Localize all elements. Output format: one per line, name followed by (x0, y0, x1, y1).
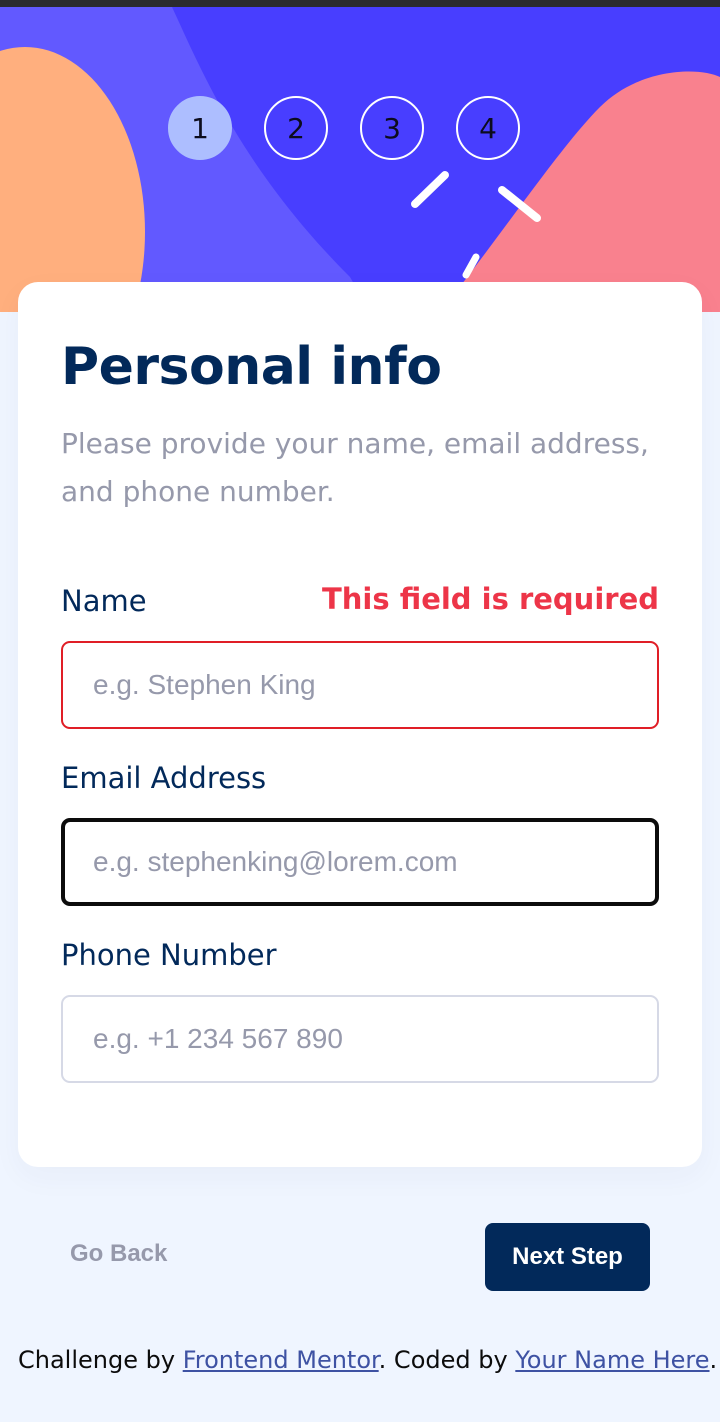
step-number: 4 (479, 111, 497, 145)
name-input[interactable] (61, 641, 659, 729)
step-1[interactable]: 1 (168, 96, 232, 160)
top-status-bar (0, 0, 720, 7)
step-number: 1 (191, 111, 209, 145)
form-card: Personal info Please provide your name, … (18, 282, 702, 1167)
frontend-mentor-link[interactable]: Frontend Mentor (183, 1346, 379, 1374)
next-step-button[interactable]: Next Step (485, 1223, 650, 1291)
step-number: 2 (287, 111, 305, 145)
name-error-message: This field is required (321, 582, 659, 616)
step-3[interactable]: 3 (360, 96, 424, 160)
email-input[interactable] (61, 818, 659, 906)
email-label: Email Address (61, 761, 267, 795)
step-2[interactable]: 2 (264, 96, 328, 160)
author-link[interactable]: Your Name Here (515, 1346, 709, 1374)
phone-label: Phone Number (61, 938, 277, 972)
step-4[interactable]: 4 (456, 96, 520, 160)
attribution-prefix: Challenge by (18, 1346, 183, 1374)
step-number: 3 (383, 111, 401, 145)
attribution-suffix: . (709, 1346, 718, 1374)
attribution-footer: Challenge by Frontend Mentor. Coded by Y… (18, 1346, 718, 1374)
attribution-middle: . Coded by (378, 1346, 516, 1374)
step-indicator: 1 2 3 4 (168, 96, 520, 160)
page-title: Personal info (61, 337, 442, 397)
phone-input[interactable] (61, 995, 659, 1083)
hero-banner: 1 2 3 4 (0, 7, 720, 312)
go-back-button[interactable]: Go Back (70, 1240, 167, 1268)
page-subtitle: Please provide your name, email address,… (61, 427, 649, 508)
name-label: Name (61, 584, 147, 618)
